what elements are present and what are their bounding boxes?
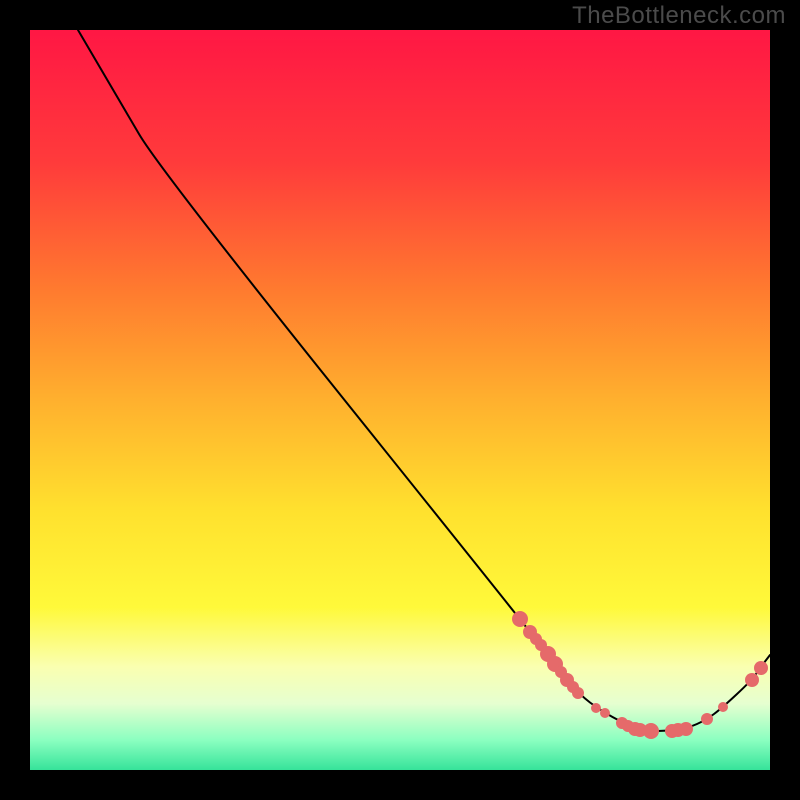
data-marker — [512, 611, 528, 627]
data-marker — [745, 673, 759, 687]
data-marker — [679, 722, 693, 736]
data-marker — [754, 661, 768, 675]
chart-plot — [0, 0, 800, 800]
data-marker — [701, 713, 713, 725]
data-marker — [600, 708, 610, 718]
chart-frame: TheBottleneck.com — [0, 0, 800, 800]
data-marker — [591, 703, 601, 713]
data-marker — [572, 687, 584, 699]
data-marker — [643, 723, 659, 739]
gradient-background — [30, 30, 770, 770]
data-marker — [718, 702, 728, 712]
